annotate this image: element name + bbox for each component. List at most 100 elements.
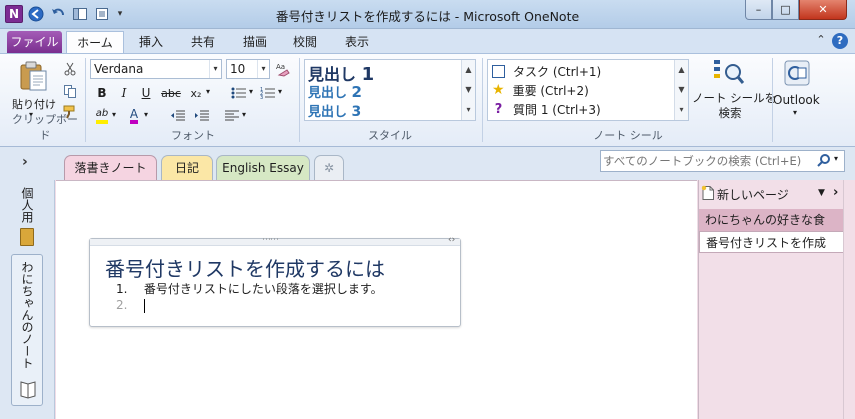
expand-navigation-button[interactable]: › bbox=[22, 154, 36, 170]
notebook-kojinyou[interactable]: 個人用 bbox=[14, 185, 40, 249]
new-page-icon bbox=[701, 185, 715, 204]
new-page-label: 新しいページ bbox=[717, 187, 789, 202]
search-box[interactable]: ▾ bbox=[600, 150, 845, 172]
chevron-up-icon[interactable]: ▲ bbox=[462, 60, 475, 80]
notebook-wanichan-label: わにちゃんのノート bbox=[20, 261, 34, 369]
minimize-ribbon-button[interactable]: ⌃ bbox=[814, 33, 828, 49]
bullets-icon[interactable] bbox=[229, 83, 249, 103]
help-button[interactable]: ? bbox=[832, 33, 848, 49]
highlight-button[interactable]: ab bbox=[92, 106, 112, 126]
numbering-icon[interactable]: 123 bbox=[258, 83, 278, 103]
section-tab-rakugaki[interactable]: 落書きノート bbox=[64, 155, 157, 180]
text-cursor bbox=[143, 298, 145, 313]
search-icon[interactable] bbox=[816, 153, 832, 169]
page-list-item-label: わにちゃんの好きな食 bbox=[705, 213, 826, 227]
tab-view[interactable]: 表示 bbox=[336, 31, 378, 53]
tab-review[interactable]: 校閲 bbox=[284, 31, 326, 53]
bullets-dropdown-icon[interactable]: ▾ bbox=[249, 87, 253, 96]
find-tags-button[interactable]: ノート シールを 検索 bbox=[692, 58, 777, 124]
tags-gallery-scroller[interactable]: ▲ ▼ ▾ bbox=[674, 60, 688, 120]
page-list-item[interactable]: わにちゃんの好きな食 bbox=[699, 209, 844, 231]
bold-button[interactable]: B bbox=[92, 83, 112, 103]
increase-indent-icon[interactable] bbox=[192, 106, 212, 126]
page-title[interactable]: 番号付きリストを作成するには bbox=[105, 253, 385, 282]
gallery-more-icon[interactable]: ▾ bbox=[462, 100, 475, 120]
tab-share[interactable]: 共有 bbox=[180, 31, 226, 53]
clear-formatting-icon[interactable]: Aa bbox=[273, 59, 293, 79]
font-family-combo[interactable]: Verdana ▾ bbox=[90, 59, 222, 79]
note-container[interactable]: ⋯⋯ ‹› 番号付きリストを作成するには 1. 番号付きリストにしたい段落を選択… bbox=[89, 235, 461, 327]
search-input[interactable] bbox=[603, 153, 813, 169]
group-divider bbox=[85, 58, 86, 142]
page-list-item[interactable]: 番号付きリストを作成 bbox=[699, 231, 844, 253]
page-list-scrollbar[interactable] bbox=[843, 180, 855, 419]
new-page-button[interactable]: 新しいページ bbox=[701, 184, 811, 204]
style-heading-3[interactable]: 見出し 3 bbox=[308, 101, 361, 120]
section-tab-nikki[interactable]: 日記 bbox=[161, 155, 213, 180]
window-title: 番号付きリストを作成するには - Microsoft OneNote bbox=[275, 9, 580, 24]
minimize-button[interactable]: – bbox=[745, 0, 772, 20]
section-tab-english-essay[interactable]: English Essay bbox=[216, 155, 310, 180]
subscript-dropdown-icon[interactable]: ▾ bbox=[206, 87, 210, 96]
outlook-icon bbox=[784, 60, 810, 86]
tag-item-task[interactable]: タスク (Ctrl+1) bbox=[492, 62, 601, 80]
chevron-down-icon[interactable]: ▼ bbox=[675, 80, 688, 100]
tab-home[interactable]: ホーム bbox=[66, 31, 124, 53]
italic-button[interactable]: I bbox=[114, 83, 134, 103]
gallery-more-icon[interactable]: ▾ bbox=[675, 100, 688, 120]
list-item[interactable]: 2. bbox=[116, 298, 145, 313]
list-item-number: 1. bbox=[116, 282, 128, 296]
cut-icon[interactable] bbox=[60, 59, 80, 79]
close-button[interactable]: ✕ bbox=[799, 0, 847, 20]
copy-icon[interactable] bbox=[60, 81, 80, 101]
styles-gallery-scroller[interactable]: ▲ ▼ ▾ bbox=[461, 60, 475, 120]
search-scope-dropdown-icon[interactable]: ▾ bbox=[834, 154, 838, 163]
outlook-button[interactable]: Outlook ▾ bbox=[773, 58, 820, 122]
tab-draw[interactable]: 描画 bbox=[234, 31, 276, 53]
font-color-button[interactable]: A bbox=[124, 106, 144, 126]
new-section-tab[interactable]: ✲ bbox=[314, 155, 344, 180]
font-color-dropdown-icon[interactable]: ▾ bbox=[144, 110, 148, 119]
maximize-button[interactable]: □ bbox=[772, 0, 799, 20]
notebook-wanichan[interactable]: わにちゃんのノート bbox=[11, 254, 43, 406]
tab-insert[interactable]: 挿入 bbox=[130, 31, 172, 53]
section-tab-row: › 落書きノート 日記 English Essay ✲ ▾ bbox=[0, 147, 855, 180]
underline-button[interactable]: U bbox=[136, 83, 156, 103]
find-tags-label-1: ノート シールを bbox=[692, 91, 777, 105]
font-family-value: Verdana bbox=[94, 62, 144, 76]
chevron-down-icon: ▾ bbox=[257, 60, 269, 78]
close-icon: ✕ bbox=[818, 3, 828, 16]
tab-file[interactable]: ファイル bbox=[7, 31, 62, 53]
styles-gallery: 見出し 1 見出し 2 見出し 3 ▲ ▼ ▾ bbox=[304, 59, 476, 121]
align-dropdown-icon[interactable]: ▾ bbox=[242, 110, 246, 119]
tag-item-question[interactable]: ? 質問 1 (Ctrl+3) bbox=[492, 100, 601, 118]
find-tags-label-2: 検索 bbox=[718, 106, 742, 120]
list-item-number: 2. bbox=[116, 298, 128, 312]
tags-group-label: ノート シール bbox=[593, 129, 663, 142]
numbering-dropdown-icon[interactable]: ▾ bbox=[278, 87, 282, 96]
tag-important-label: 重要 (Ctrl+2) bbox=[512, 83, 589, 98]
style-heading-2-num: 2 bbox=[351, 83, 362, 101]
ribbon-tab-row: ファイル ホーム 挿入 共有 描画 校閲 表示 ⌃ ? bbox=[0, 29, 855, 53]
container-handle[interactable]: ⋯⋯ ‹› bbox=[90, 235, 460, 246]
tag-item-important[interactable]: ★ 重要 (Ctrl+2) bbox=[492, 81, 589, 99]
subscript-button[interactable]: x₂ bbox=[186, 83, 206, 103]
new-page-dropdown-icon[interactable]: ▼ bbox=[818, 188, 825, 198]
style-heading-2[interactable]: 見出し 2 bbox=[308, 82, 362, 101]
strikethrough-button[interactable]: abc bbox=[159, 83, 183, 103]
highlight-dropdown-icon[interactable]: ▾ bbox=[112, 110, 116, 119]
find-tags-icon bbox=[714, 60, 744, 84]
chevron-up-icon[interactable]: ▲ bbox=[675, 60, 688, 80]
decrease-indent-icon[interactable] bbox=[168, 106, 188, 126]
font-color-label: A bbox=[129, 108, 139, 124]
collapse-pagelist-icon[interactable]: › bbox=[833, 185, 838, 200]
chevron-up-icon: ⌃ bbox=[816, 33, 826, 46]
svg-text:3: 3 bbox=[260, 95, 263, 100]
paste-button[interactable]: 貼り付け ▾ bbox=[12, 58, 56, 119]
list-item[interactable]: 1. 番号付きリストにしたい段落を選択します。 bbox=[116, 280, 383, 297]
chevron-down-icon[interactable]: ▼ bbox=[462, 80, 475, 100]
page-list: 新しいページ ▼ › わにちゃんの好きな食 番号付きリストを作成 bbox=[698, 180, 855, 419]
font-size-combo[interactable]: 10 ▾ bbox=[226, 59, 270, 79]
resize-handle-icon[interactable]: ‹› bbox=[448, 235, 455, 245]
align-left-icon[interactable] bbox=[222, 106, 242, 126]
